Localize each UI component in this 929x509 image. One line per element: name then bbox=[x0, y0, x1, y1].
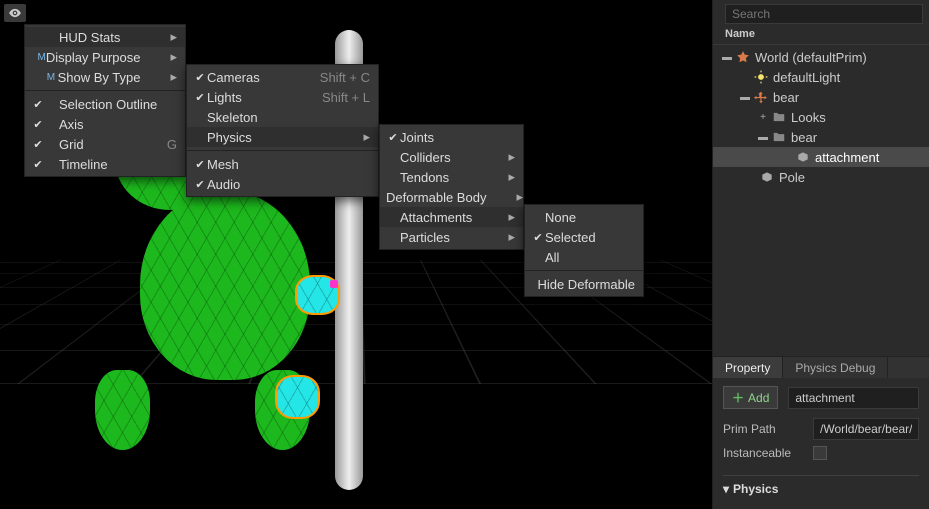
menu-item-tendons[interactable]: Tendons▸ bbox=[380, 167, 523, 187]
check-icon: ✔ bbox=[193, 91, 207, 104]
m-badge-icon: M bbox=[37, 52, 45, 63]
menu-item-hud-stats[interactable]: HUD Stats▸ bbox=[25, 27, 185, 47]
search-input[interactable] bbox=[725, 4, 923, 24]
search-container bbox=[725, 4, 923, 24]
chevron-right-icon: ▸ bbox=[478, 209, 515, 225]
menu-item-hide-deformable[interactable]: Hide Deformable bbox=[525, 274, 643, 294]
menu-item-physics[interactable]: Physics▸ bbox=[187, 127, 378, 147]
check-icon: ✔ bbox=[31, 138, 45, 151]
tree-header-name: Name bbox=[713, 26, 929, 45]
stage-panel: Name ▬ World (defaultPrim) defaultLight … bbox=[712, 0, 929, 509]
prim-icon bbox=[759, 169, 775, 185]
menu-item-selection-outline[interactable]: ✔Selection Outline bbox=[25, 94, 185, 114]
prim-name-field[interactable] bbox=[788, 387, 919, 409]
add-button[interactable]: ＋Add bbox=[723, 386, 778, 409]
menu-item-timeline[interactable]: ✔Timeline bbox=[25, 154, 185, 174]
plus-icon: ＋ bbox=[732, 389, 744, 406]
chevron-right-icon: ▸ bbox=[140, 49, 177, 65]
light-icon bbox=[753, 69, 769, 85]
menu-item-attachments[interactable]: Attachments▸ bbox=[380, 207, 523, 227]
tree-label: attachment bbox=[815, 150, 879, 165]
check-icon: ✔ bbox=[31, 98, 45, 111]
chevron-right-icon: ▸ bbox=[478, 149, 515, 165]
visibility-menu[interactable]: HUD Stats▸ MDisplay Purpose▸ MShow By Ty… bbox=[24, 24, 186, 177]
show-by-type-menu[interactable]: ✔CamerasShift + C ✔LightsShift + L Skele… bbox=[186, 64, 379, 197]
menu-item-audio[interactable]: ✔Audio bbox=[187, 174, 378, 194]
folder-icon bbox=[771, 109, 787, 125]
xform-icon bbox=[753, 89, 769, 105]
stage-tree[interactable]: ▬ World (defaultPrim) defaultLight ▬ bea… bbox=[713, 45, 929, 195]
tree-label: bear bbox=[791, 130, 817, 145]
menu-item-none[interactable]: None bbox=[525, 207, 643, 227]
check-icon: ✔ bbox=[386, 131, 400, 144]
check-icon: ✔ bbox=[193, 178, 207, 191]
folder-icon bbox=[771, 129, 787, 145]
menu-item-deformable-body[interactable]: Deformable Body▸ bbox=[380, 187, 523, 207]
tree-row-attachment[interactable]: attachment bbox=[713, 147, 929, 167]
tree-label: defaultLight bbox=[773, 70, 840, 85]
check-icon: ✔ bbox=[531, 231, 545, 244]
menu-item-joints[interactable]: ✔Joints bbox=[380, 127, 523, 147]
check-icon: ✔ bbox=[193, 71, 207, 84]
world-icon bbox=[735, 49, 751, 65]
tree-row-pole[interactable]: Pole bbox=[713, 167, 929, 187]
chevron-right-icon: ▸ bbox=[333, 129, 370, 145]
menu-item-show-by-type[interactable]: MShow By Type▸ bbox=[25, 67, 185, 87]
tree-label: Pole bbox=[779, 170, 805, 185]
tree-label: Looks bbox=[791, 110, 826, 125]
collapse-icon[interactable]: ▬ bbox=[721, 52, 733, 63]
m-badge-icon: M bbox=[44, 72, 57, 83]
check-icon: ✔ bbox=[31, 118, 45, 131]
collapse-icon[interactable]: ▬ bbox=[739, 92, 751, 103]
property-panel: ＋Add Prim Path Instanceable ▾Physics bbox=[713, 378, 929, 509]
tree-label: World (defaultPrim) bbox=[755, 50, 867, 65]
property-tabs: Property Physics Debug bbox=[713, 356, 929, 380]
menu-item-particles[interactable]: Particles▸ bbox=[380, 227, 523, 247]
tree-row-looks[interactable]: + Looks bbox=[713, 107, 929, 127]
chevron-right-icon: ▸ bbox=[486, 189, 523, 205]
instanceable-checkbox[interactable] bbox=[813, 446, 827, 460]
chevron-right-icon: ▸ bbox=[140, 69, 177, 85]
menu-item-all[interactable]: All bbox=[525, 247, 643, 267]
collapse-icon[interactable]: ▬ bbox=[757, 132, 769, 143]
chevron-down-icon: ▾ bbox=[723, 482, 733, 496]
tree-row-defaultlight[interactable]: defaultLight bbox=[713, 67, 929, 87]
visibility-eye-button[interactable] bbox=[4, 4, 26, 22]
physics-section-header[interactable]: ▾Physics bbox=[723, 475, 919, 500]
tree-row-bear[interactable]: ▬ bear bbox=[713, 87, 929, 107]
menu-item-colliders[interactable]: Colliders▸ bbox=[380, 147, 523, 167]
check-icon: ✔ bbox=[31, 158, 45, 171]
prim-path-label: Prim Path bbox=[723, 422, 803, 436]
menu-item-lights[interactable]: ✔LightsShift + L bbox=[187, 87, 378, 107]
tree-row-world[interactable]: ▬ World (defaultPrim) bbox=[713, 47, 929, 67]
prim-path-field[interactable] bbox=[813, 418, 919, 440]
check-icon: ✔ bbox=[193, 158, 207, 171]
menu-item-grid[interactable]: ✔GridG bbox=[25, 134, 185, 154]
instanceable-label: Instanceable bbox=[723, 446, 803, 460]
tree-row-bear-inner[interactable]: ▬ bear bbox=[713, 127, 929, 147]
chevron-right-icon: ▸ bbox=[478, 169, 515, 185]
tab-property[interactable]: Property bbox=[713, 357, 783, 379]
tab-physics-debug[interactable]: Physics Debug bbox=[783, 357, 888, 379]
menu-item-selected[interactable]: ✔Selected bbox=[525, 227, 643, 247]
menu-item-display-purpose[interactable]: MDisplay Purpose▸ bbox=[25, 47, 185, 67]
expand-icon[interactable]: + bbox=[757, 112, 769, 123]
attachments-menu[interactable]: None ✔Selected All Hide Deformable bbox=[524, 204, 644, 297]
chevron-right-icon: ▸ bbox=[478, 229, 515, 245]
menu-item-mesh[interactable]: ✔Mesh bbox=[187, 154, 378, 174]
prim-icon bbox=[795, 149, 811, 165]
chevron-right-icon: ▸ bbox=[140, 29, 177, 45]
menu-item-cameras[interactable]: ✔CamerasShift + C bbox=[187, 67, 378, 87]
tree-label: bear bbox=[773, 90, 799, 105]
menu-item-skeleton[interactable]: Skeleton bbox=[187, 107, 378, 127]
physics-menu[interactable]: ✔Joints Colliders▸ Tendons▸ Deformable B… bbox=[379, 124, 524, 250]
eye-icon bbox=[8, 6, 22, 20]
menu-item-axis[interactable]: ✔Axis bbox=[25, 114, 185, 134]
